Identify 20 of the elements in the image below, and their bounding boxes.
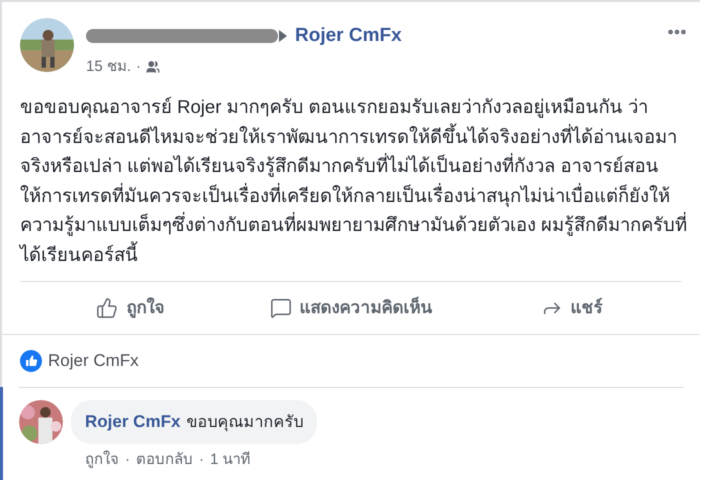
comment-time[interactable]: 1 นาที <box>210 449 251 472</box>
separator-dot: · <box>125 450 130 470</box>
speech-bubble-icon <box>270 297 292 319</box>
post-text: ขอขอบคุณอาจารย์ Rojer มากๆครับ ตอนแรกยอมรับเลยว่ากังวลอยู่เหมือนกัน ว่าอาจารย์จะสอนดีไหมจะช่วยให้เราพัฒนาการเทรดให้ดีขึ้นได้จริงอย่างที่ได้อ่านเจอมาจริงหรือเปล่า แต่พอได้เรียนจริงรู้สึกดีมากครับที่ไม่ได้เป็นอย่างที่กังวล อาจารย์สอนให้การเทรดที่มันควรจะเป็นเรื่องที่เครียดให้กลายเป็นเรื่องน่าสนุกไม่น่าเบื่อแต่ก็ยังให้ความรู้มาแบบเต็มๆซึ่งต่างกับตอนที่ผมพยายามศึกษามันด้วยตัวเอง ผมรู้สึกดีมากครับที่ได้เรียนคอร์สนี้ <box>20 95 688 266</box>
comment-action-link[interactable]: ถูกใจ <box>85 449 119 472</box>
comment-action-link[interactable]: ตอบกลับ <box>136 449 193 472</box>
separator-dot: · <box>136 56 142 76</box>
page-name-link[interactable]: Rojer CmFx <box>295 22 402 50</box>
comment-text: ขอบคุณมากครับ <box>186 413 304 434</box>
like-icon <box>20 350 42 372</box>
people-icon <box>146 60 160 74</box>
comment-author-link[interactable]: Rojer CmFx <box>85 409 180 434</box>
thumbs-up-icon <box>96 297 118 319</box>
like-button[interactable]: ถูกใจ <box>20 295 241 321</box>
post-time[interactable]: 15 ชม. <box>86 56 132 78</box>
share-button[interactable]: แชร์ <box>461 295 682 321</box>
liker-name-link[interactable]: Rojer CmFx <box>48 348 139 374</box>
comment-button[interactable]: แสดงความคิดเห็น <box>240 295 462 321</box>
triangle-icon <box>279 30 287 42</box>
separator-dot: · <box>199 450 204 470</box>
